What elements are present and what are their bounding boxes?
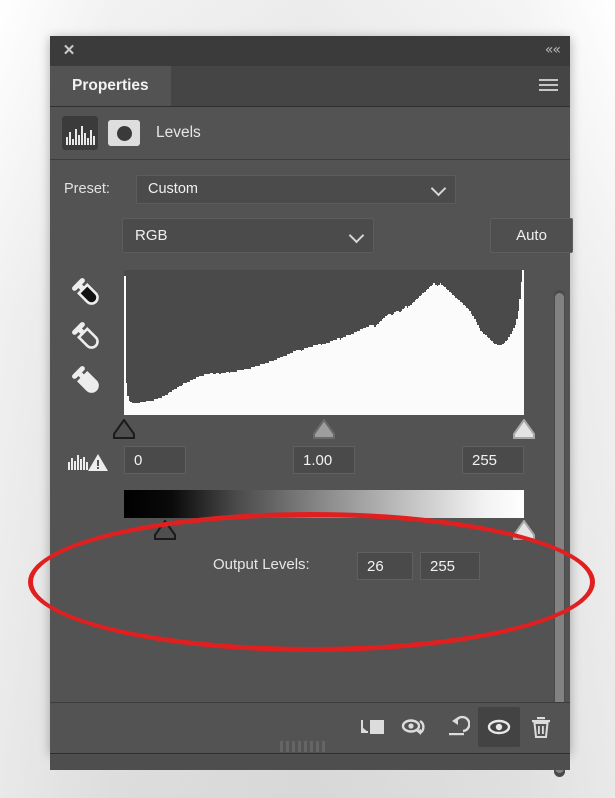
page-title: Levels <box>156 124 201 141</box>
input-highlight-field[interactable]: 255 <box>462 446 524 474</box>
reset-adjustment-icon[interactable] <box>436 707 478 747</box>
white-point-eyedropper[interactable] <box>68 360 108 404</box>
preset-row: Preset: Custom <box>50 174 570 204</box>
clip-to-layer-icon[interactable] <box>352 707 394 747</box>
panel-top-strip: ✕ «« <box>50 36 570 66</box>
histogram-bars <box>124 270 524 415</box>
gray-point-eyedropper[interactable] <box>68 316 108 360</box>
output-levels-row: Output Levels: 26 255 <box>50 552 570 582</box>
toggle-layer-visibility-icon[interactable] <box>478 707 520 747</box>
input-midtone-slider[interactable] <box>313 419 335 439</box>
panel-bottom-strip <box>50 753 570 770</box>
tab-properties[interactable]: Properties <box>50 66 171 106</box>
preset-label: Preset: <box>64 181 110 197</box>
adjustment-header: Levels <box>50 107 570 160</box>
levels-icon-bars <box>65 126 95 145</box>
levels-histogram-icon[interactable] <box>62 116 98 150</box>
preview-previous-state-icon[interactable] <box>394 707 436 747</box>
output-levels-sliders <box>124 518 535 542</box>
panel-tab-bar: Properties <box>50 66 570 107</box>
panel-scrollbar-thumb[interactable] <box>555 293 564 773</box>
output-black-field[interactable]: 26 <box>357 552 413 580</box>
hamburger-menu-icon[interactable] <box>539 79 558 93</box>
eyedropper-group <box>68 272 114 404</box>
panel-body: Preset: Custom RGB Auto 0 1.00 255 Outpu… <box>50 160 573 777</box>
output-white-slider[interactable] <box>513 520 535 540</box>
panel-footer-toolbar <box>50 702 570 770</box>
output-levels-gradient-bar[interactable] <box>124 490 524 518</box>
input-shadow-slider[interactable] <box>113 419 135 439</box>
black-point-eyedropper[interactable] <box>68 272 108 316</box>
hamburger-line <box>539 79 558 81</box>
output-black-slider[interactable] <box>153 520 176 540</box>
layer-mask-thumbnail-icon[interactable] <box>108 120 140 146</box>
delete-layer-icon[interactable] <box>520 707 562 747</box>
chevron-down-icon <box>430 180 447 197</box>
tab-properties-label: Properties <box>72 77 149 94</box>
channel-row: RGB Auto <box>50 218 573 254</box>
input-levels-sliders <box>113 417 535 441</box>
input-midtone-field[interactable]: 1.00 <box>293 446 355 474</box>
input-levels-values: 0 1.00 255 <box>50 446 570 476</box>
hamburger-line <box>539 89 558 91</box>
auto-button[interactable]: Auto <box>490 218 573 253</box>
panel-resize-grip[interactable] <box>280 739 340 752</box>
footer-icon-group <box>352 707 562 747</box>
input-highlight-slider[interactable] <box>513 419 535 439</box>
hamburger-line <box>539 84 558 86</box>
histogram-canvas <box>124 270 524 415</box>
channel-value: RGB <box>135 227 168 244</box>
histogram <box>124 270 524 415</box>
preset-dropdown[interactable]: Custom <box>136 174 456 204</box>
collapse-panel-icon[interactable]: «« <box>545 41 561 59</box>
channel-dropdown[interactable]: RGB <box>122 218 374 253</box>
mask-dot <box>116 125 132 141</box>
chevron-down-icon <box>348 227 365 243</box>
output-levels-label: Output Levels: <box>213 556 310 573</box>
output-white-field[interactable]: 255 <box>420 552 480 580</box>
close-icon[interactable]: ✕ <box>60 42 78 60</box>
preset-value: Custom <box>148 181 198 197</box>
input-shadow-field[interactable]: 0 <box>124 446 186 474</box>
properties-panel: ✕ «« Properties Levels Preset: Custom RG… <box>50 36 573 777</box>
